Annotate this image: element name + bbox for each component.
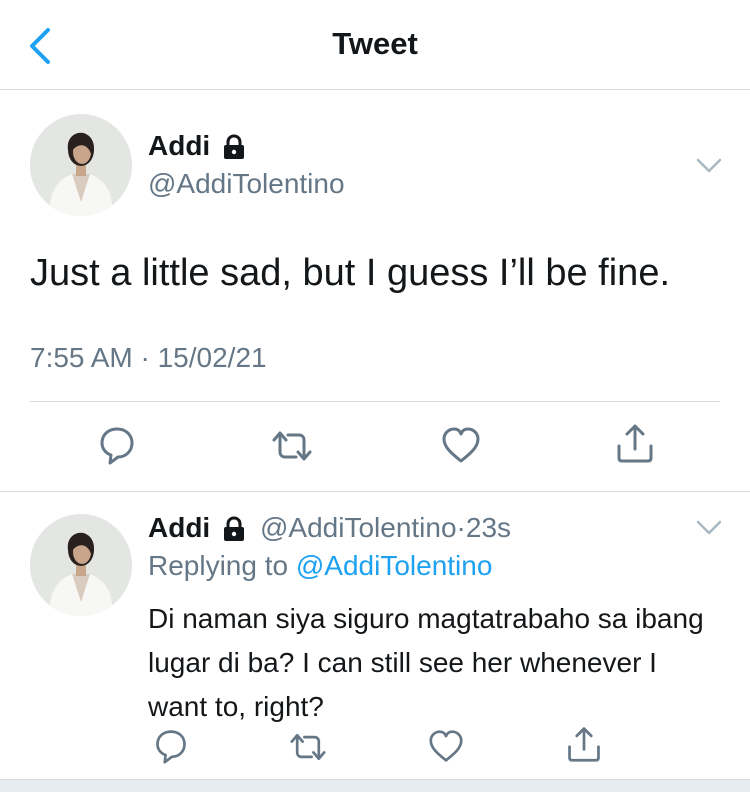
replying-to: Replying to @AddiTolentino [148,550,492,582]
chevron-down-icon[interactable] [694,518,724,538]
like-icon[interactable] [428,729,464,763]
lock-icon [224,516,244,541]
reply-author-handle[interactable]: @AddiTolentino·23s [260,512,511,544]
reply-icon[interactable] [153,727,189,765]
lock-icon [224,134,244,159]
replying-prefix: Replying to [148,550,289,581]
header: Tweet [0,0,750,90]
retweet-icon[interactable] [288,729,328,765]
reply-age: 23s [465,512,512,543]
reply-handle-text: @AddiTolentino [260,512,457,543]
share-icon[interactable] [614,422,656,464]
chevron-down-icon[interactable] [694,156,724,176]
share-icon[interactable] [565,725,603,763]
divider [30,401,720,402]
page-title: Tweet [332,26,418,61]
meta-separator: · [456,512,466,543]
bottom-band [0,779,750,792]
reply-icon[interactable] [97,424,137,466]
replying-to-link[interactable]: @AddiTolentino [296,550,493,581]
section-divider [0,491,750,492]
reply-author-name[interactable]: Addi [148,512,210,544]
reply-avatar[interactable] [30,514,132,616]
author-handle[interactable]: @AddiTolentino [148,168,345,200]
tweet-text: Just a little sad, but I guess I’ll be f… [30,252,671,294]
avatar[interactable] [30,114,132,216]
tweet-timestamp: 7:55 AM · 15/02/21 [30,342,267,373]
author-name[interactable]: Addi [148,130,210,162]
reply-text: Di naman siya siguro magtatrabaho sa iba… [148,603,704,722]
retweet-icon[interactable] [270,426,314,466]
like-icon[interactable] [441,426,481,464]
